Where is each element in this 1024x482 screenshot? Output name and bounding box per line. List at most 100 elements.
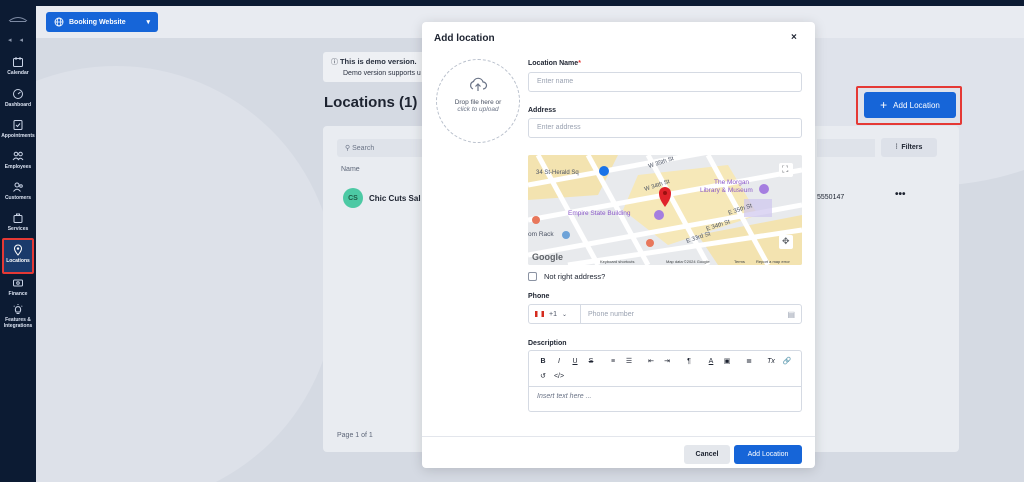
sliders-icon: ⫶ <box>895 143 898 151</box>
contact-card-icon: ▤ <box>787 309 795 319</box>
add-location-label: Add Location <box>893 100 940 110</box>
paragraph-icon[interactable]: ¶ <box>681 355 697 368</box>
location-pin-icon <box>13 244 23 256</box>
chevron-down-icon: ⌄ <box>561 311 568 318</box>
bold-icon[interactable]: B <box>535 355 551 368</box>
info-icon: ⓘ <box>331 59 340 66</box>
name-label: Location Name* <box>528 60 581 67</box>
sidebar-item-label: Customers <box>4 195 32 201</box>
collapse-icon[interactable]: ◂ ◂ <box>8 36 26 44</box>
sidebar-item-employees[interactable]: Employees <box>0 150 36 180</box>
add-location-modal: Add location × Drop file here or click t… <box>422 22 815 468</box>
features-icon <box>13 304 23 314</box>
filters-button[interactable]: ⫶ Filters <box>881 138 937 157</box>
modal-title: Add location <box>434 33 495 44</box>
description-label: Description <box>528 340 567 347</box>
cancel-button[interactable]: Cancel <box>684 445 730 464</box>
search-input[interactable]: ⚲ Search <box>337 139 427 157</box>
phone-input[interactable]: Phone number <box>581 311 787 318</box>
country-code-select[interactable]: +1 ⌄ <box>529 305 581 323</box>
link-icon[interactable]: 🔗 <box>779 355 795 368</box>
booking-website-button[interactable]: Booking Website ▾ <box>46 12 158 32</box>
map-label: Terms <box>734 259 745 264</box>
not-right-address-row[interactable]: Not right address? <box>528 272 605 281</box>
sidebar-item-label: Services <box>7 226 29 232</box>
address-label: Address <box>528 107 557 114</box>
sidebar-item-features[interactable]: Features & Integrations <box>0 303 36 333</box>
sidebar: ◂ ◂ Calendar Dashboard Appointments Empl… <box>0 0 36 482</box>
sidebar-item-label: Employees <box>4 164 32 170</box>
address-input[interactable]: Enter address <box>528 118 802 138</box>
sidebar-item-dashboard[interactable]: Dashboard <box>0 88 36 118</box>
map-preview[interactable]: W 35th St 34 St-Herald Sq W 34th St The … <box>528 155 802 265</box>
map-label: 34 St-Herald Sq <box>536 170 579 176</box>
description-editor: B I U S ≡ ☰ ⇤ ⇥ ¶ A ▣ ≣ Tx 🔗 ↺ </> Inser… <box>528 350 802 412</box>
outdent-icon[interactable]: ⇤ <box>643 355 659 368</box>
map-label: om Rack <box>528 231 554 238</box>
sidebar-item-calendar[interactable]: Calendar <box>0 56 36 86</box>
pagination: Page 1 of 1 <box>337 432 373 439</box>
sidebar-item-appointments[interactable]: Appointments <box>0 119 36 149</box>
sidebar-item-label: Dashboard <box>4 102 32 108</box>
add-location-submit-button[interactable]: Add Location <box>734 445 802 464</box>
column-header-name: Name <box>341 166 360 173</box>
text-color-icon[interactable]: A <box>703 355 719 368</box>
map-label: Map data ©2024 Google <box>666 259 710 264</box>
employees-icon <box>12 151 24 161</box>
add-location-button[interactable]: + Add Location <box>864 92 956 118</box>
name-input[interactable]: Enter name <box>528 72 802 92</box>
description-input[interactable]: Insert text here ... <box>529 387 801 406</box>
calendar-icon <box>13 57 23 67</box>
strikethrough-icon[interactable]: S <box>583 355 599 368</box>
filter-input[interactable] <box>817 139 875 157</box>
sidebar-item-locations[interactable]: Locations <box>2 238 34 274</box>
bullet-list-icon[interactable]: ☰ <box>621 355 637 368</box>
highlight-icon[interactable]: ▣ <box>719 355 735 368</box>
sidebar-item-customers[interactable]: Customers <box>0 181 36 211</box>
map-label: Keyboard shortcuts <box>600 259 635 264</box>
image-upload[interactable]: Drop file here or click to upload <box>436 59 520 143</box>
italic-icon[interactable]: I <box>551 355 567 368</box>
sidebar-item-label: Locations <box>6 258 30 264</box>
close-icon[interactable]: × <box>791 32 797 43</box>
pan-control-icon[interactable]: ✥ <box>782 236 790 247</box>
upload-link[interactable]: click to upload <box>437 106 519 113</box>
fullscreen-icon[interactable]: ⛶ <box>782 164 788 175</box>
filters-label: Filters <box>901 144 923 151</box>
sidebar-item-label: Calendar <box>7 70 29 76</box>
services-icon <box>13 213 23 223</box>
ordered-list-icon[interactable]: ≡ <box>605 355 621 368</box>
map-label: Report a map error <box>756 259 790 264</box>
finance-icon <box>13 279 23 287</box>
chevron-down-icon: ▾ <box>146 19 150 26</box>
sidebar-item-label: Finance <box>8 291 28 297</box>
search-placeholder: Search <box>352 145 375 152</box>
logo-icon <box>8 17 28 22</box>
phone-field: +1 ⌄ Phone number ▤ <box>528 304 802 324</box>
undo-icon[interactable]: ↺ <box>535 370 551 383</box>
editor-toolbar: B I U S ≡ ☰ ⇤ ⇥ ¶ A ▣ ≣ Tx 🔗 ↺ </> <box>529 351 801 387</box>
upload-cloud-icon <box>470 77 488 91</box>
country-code: +1 <box>549 310 557 318</box>
code-icon[interactable]: </> <box>551 370 567 383</box>
location-name[interactable]: Chic Cuts Sal <box>369 194 421 203</box>
sidebar-item-label: Features & Integrations <box>3 317 33 329</box>
align-icon[interactable]: ≣ <box>741 355 757 368</box>
checklist-icon <box>13 120 23 130</box>
globe-icon <box>54 17 64 27</box>
map-label: Google <box>532 252 563 262</box>
customers-icon <box>13 182 23 192</box>
more-options-icon[interactable]: ••• <box>895 189 906 200</box>
canada-flag-icon <box>535 311 544 317</box>
page-title: Locations (1) <box>324 94 418 111</box>
location-phone: 5550147 <box>817 194 845 201</box>
underline-icon[interactable]: U <box>567 355 583 368</box>
not-right-address-checkbox[interactable] <box>528 272 537 281</box>
upload-text: Drop file here or <box>454 99 502 106</box>
phone-label: Phone <box>528 293 550 300</box>
clear-format-icon[interactable]: Tx <box>763 355 779 368</box>
indent-icon[interactable]: ⇥ <box>659 355 675 368</box>
map-label: Library & Museum <box>700 187 753 194</box>
map-label: Empire State Building <box>568 210 631 217</box>
plus-icon: + <box>880 98 888 112</box>
